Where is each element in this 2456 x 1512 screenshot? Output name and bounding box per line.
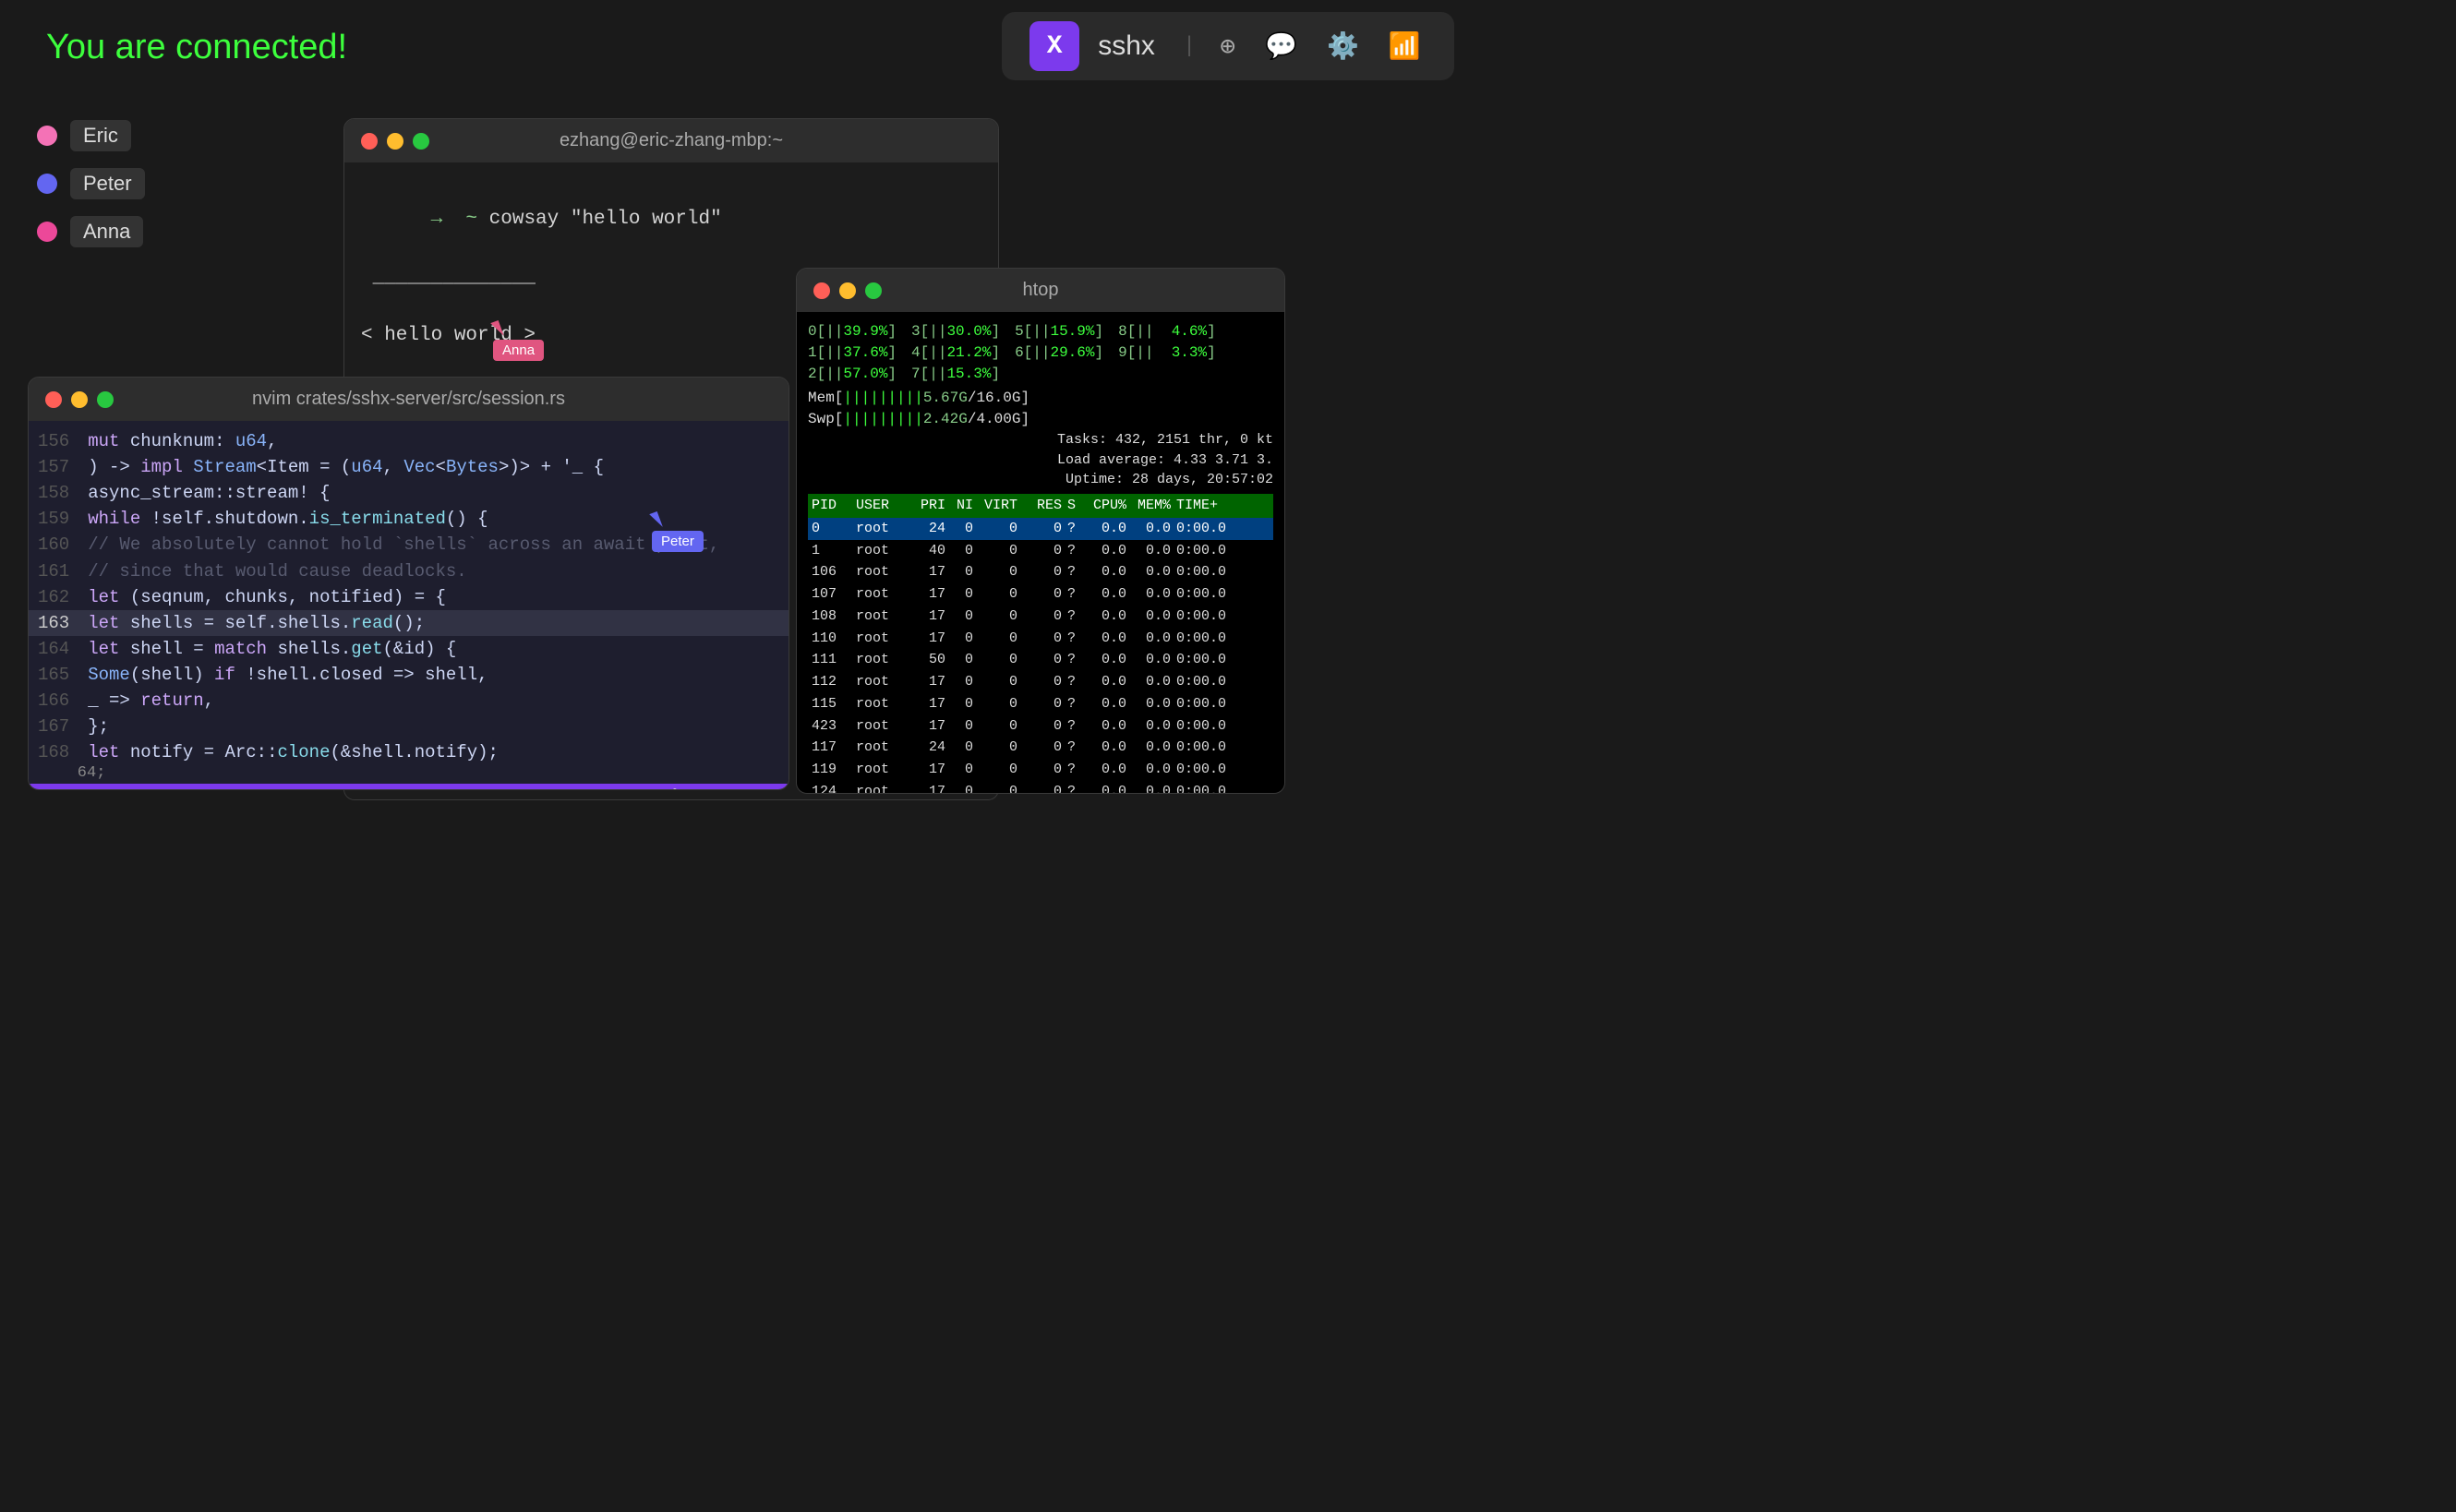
code-line-164: 164 let shell = match shells.get(&id) { [29,636,789,662]
htop-table-header: PID USER PRI NI VIRT RES S CPU% MEM% TIM… [808,494,1273,518]
cursor-anna-arrow [490,320,504,339]
code-line-157: 157 ) -> impl Stream<Item = (u64, Vec<By… [29,454,789,480]
code-line-156: 156 mut chunknum: u64, [29,428,789,454]
connected-message: You are connected! [46,28,347,67]
code-line-162: 162 let (seqnum, chunks, notified) = { [29,584,789,610]
title-bar: X sshx | ⊕ 💬 ⚙️ 📶 [1002,12,1454,80]
htop-cpu-row-2: 1[||37.6%] 4[||21.2%] 6[||29.6%] 9[|| 3.… [808,342,1273,364]
table-row: 115 root 17 0 0 0 ? 0.0 0.0 0:00.0 [808,693,1273,715]
code-line-167: 167 }; [29,714,789,739]
wifi-icon: 📶 [1383,25,1427,68]
traffic-lights-nvim [45,391,114,408]
table-row: 112 root 17 0 0 0 ? 0.0 0.0 0:00.0 [808,671,1273,693]
table-row: 119 root 17 0 0 0 ? 0.0 0.0 0:00.0 [808,759,1273,781]
htop-window[interactable]: htop 0[||39.9%] 3[||30.0%] 5[||15.9%] 8[… [796,268,1285,794]
minimize-button[interactable] [387,133,403,150]
code-line-166: 166 _ => return, [29,688,789,714]
col-mem: MEM% [1132,496,1176,516]
table-row: 107 root 17 0 0 0 ? 0.0 0.0 0:00.0 [808,583,1273,606]
code-line-158: 158 async_stream::stream! { [29,480,789,506]
table-row: 110 root 17 0 0 0 ? 0.0 0.0 0:00.0 [808,628,1273,650]
col-cpu: CPU% [1088,496,1132,516]
cursor-peter-arrow [649,511,663,530]
nvim-code-area[interactable]: 156 mut chunknum: u64, 157 ) -> impl Str… [29,421,789,762]
top-bar: You are connected! X sshx | ⊕ 💬 ⚙️ 📶 [0,0,2456,92]
terminal-cowsay-titlebar: ezhang@eric-zhang-mbp:~ [344,119,998,162]
htop-cpu-row-1: 0[||39.9%] 3[||30.0%] 5[||15.9%] 8[|| 4.… [808,321,1273,342]
user-item-peter: Peter [37,168,145,199]
user-item-anna: Anna [37,216,145,247]
cursor-anna: Anna [493,321,544,361]
col-time: TIME+ [1176,496,1218,516]
user-label-anna: Anna [70,216,143,247]
htop-title: htop [1023,280,1059,301]
table-row: 423 root 17 0 0 0 ? 0.0 0.0 0:00.0 [808,715,1273,738]
code-line-161: 161 // since that would cause deadlocks. [29,558,789,584]
table-row: 108 root 17 0 0 0 ? 0.0 0.0 0:00.0 [808,606,1273,628]
traffic-lights-htop [813,282,882,299]
nvim-minimize-button[interactable] [71,391,88,408]
nvim-lsp-info: rust-ana… [365,788,439,791]
col-s: S [1067,496,1088,516]
table-row: 124 root 17 0 0 0 ? 0.0 0.0 0:00.0 [808,781,1273,794]
htop-swp: Swp[|||||||||2.42G/4.00G] [808,409,1273,430]
nvim-statusbar: NORMAL <shx-server/src/session.rs rust-a… [29,784,789,790]
nvim-titlebar: nvim crates/sshx-server/src/session.rs [29,378,789,421]
user-dot-eric [37,126,57,146]
col-res: RES [1023,496,1067,516]
nvim-window-title: nvim crates/sshx-server/src/session.rs [252,389,565,410]
user-label-eric: Eric [70,120,131,151]
nvim-window[interactable]: nvim crates/sshx-server/src/session.rs 1… [28,377,789,790]
htop-close-button[interactable] [813,282,830,299]
htop-minimize-button[interactable] [839,282,856,299]
col-pid: PID [812,496,856,516]
col-virt: VIRT [979,496,1023,516]
user-dot-peter [37,174,57,194]
maximize-button[interactable] [413,133,429,150]
code-line-165: 165 Some(shell) if !shell.closed => shel… [29,662,789,688]
table-row: 1 root 40 0 0 0 ? 0.0 0.0 0:00.0 [808,540,1273,562]
htop-cpu-row-3: 2[||57.0%] 7[||15.3%] [808,364,1273,385]
nvim-line-info: 64; [29,762,789,784]
settings-button[interactable]: ⚙️ [1321,25,1365,68]
add-tab-button[interactable]: ⊕ [1214,25,1241,68]
user-item-eric: Eric [37,120,145,151]
chat-button[interactable]: 💬 [1259,25,1303,68]
htop-uptime: Uptime: 28 days, 20:57:02 [808,470,1273,490]
cursor-anna-label: Anna [493,340,544,361]
close-button[interactable] [361,133,378,150]
htop-tasks: Tasks: 432, 2151 thr, 0 kt [808,430,1273,450]
sshx-icon: X [1029,21,1079,71]
htop-titlebar: htop [797,269,1284,312]
app-title: sshx [1098,30,1155,62]
user-dot-anna [37,222,57,242]
table-row: 0 root 24 0 0 0 ? 0.0 0.0 0:00.0 [808,518,1273,540]
users-panel: Eric Peter Anna [37,120,145,247]
user-label-peter: Peter [70,168,145,199]
htop-content[interactable]: 0[||39.9%] 3[||30.0%] 5[||15.9%] 8[|| 4.… [797,312,1284,794]
code-line-168: 168 let notify = Arc::clone(&shell.notif… [29,739,789,762]
terminal-cowsay-title: ezhang@eric-zhang-mbp:~ [560,130,783,151]
nvim-position: ℓ:163 𝒸:52 [669,787,750,790]
cursor-peter-label: Peter [652,531,704,552]
nvim-file-info: <shx-server/src/session.rs [131,788,346,791]
code-line-163: 163 let shells = self.shells.read(); [29,610,789,636]
nvim-close-button[interactable] [45,391,62,408]
htop-load: Load average: 4.33 3.71 3. [808,450,1273,471]
cursor-peter: Peter [652,512,704,552]
htop-process-list: 0 root 24 0 0 0 ? 0.0 0.0 0:00.0 1 root … [808,518,1273,794]
nvim-encoding: utf-8[unix] [513,788,604,791]
traffic-lights-cowsay [361,133,429,150]
table-row: 111 root 50 0 0 0 ? 0.0 0.0 0:00.0 [808,649,1273,671]
nvim-maximize-button[interactable] [97,391,114,408]
htop-mem: Mem[|||||||||5.67G/16.0G] [808,388,1273,409]
col-pri: PRI [916,496,951,516]
col-user: USER [856,496,916,516]
table-row: 117 root 24 0 0 0 ? 0.0 0.0 0:00.0 [808,737,1273,759]
htop-maximize-button[interactable] [865,282,882,299]
col-ni: NI [951,496,979,516]
table-row: 106 root 17 0 0 0 ? 0.0 0.0 0:00.0 [808,561,1273,583]
